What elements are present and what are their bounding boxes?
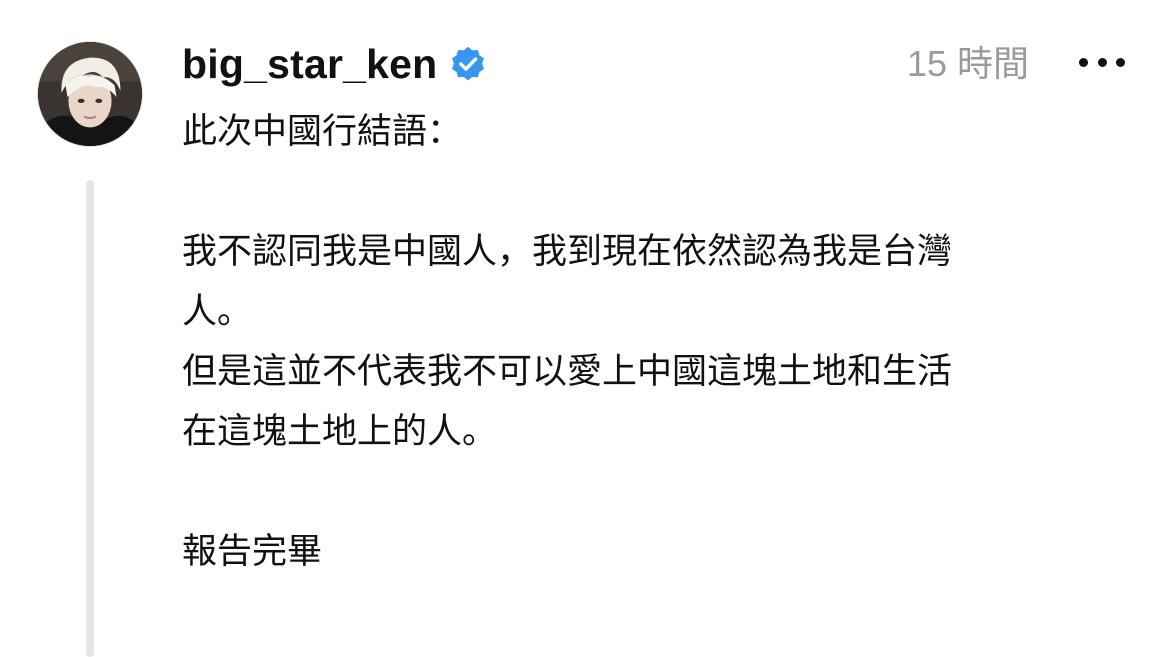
- username[interactable]: big_star_ken: [182, 43, 437, 85]
- dot: [1097, 57, 1107, 67]
- body-line: 人。: [182, 292, 253, 332]
- verified-badge-icon: [449, 45, 487, 83]
- body-line: 在這塊土地上的人。: [182, 412, 498, 452]
- avatar[interactable]: [37, 41, 143, 147]
- post-body: 此次中國行結語： 我不認同我是中國人，我到現在依然認為我是台灣 人。 但是這並不…: [182, 102, 1132, 582]
- thread-line: [86, 180, 94, 657]
- dot: [1079, 57, 1088, 67]
- body-line: 報告完畢: [182, 532, 323, 572]
- more-options-icon[interactable]: [1079, 48, 1125, 76]
- body-line: 此次中國行結語：: [182, 112, 463, 152]
- body-line: 但是這並不代表我不可以愛上中國這塊土地和生活: [182, 352, 953, 392]
- body-line: 我不認同我是中國人，我到現在依然認為我是台灣: [182, 232, 953, 272]
- post-header: big_star_ken: [182, 36, 487, 92]
- dot: [1116, 57, 1125, 67]
- post-timestamp: 15 時間: [907, 43, 1030, 84]
- avatar-image: [38, 42, 142, 146]
- thread-post: big_star_ken 15 時間 此次中國行結語： 我不認同我是中國人，我到…: [0, 0, 1170, 657]
